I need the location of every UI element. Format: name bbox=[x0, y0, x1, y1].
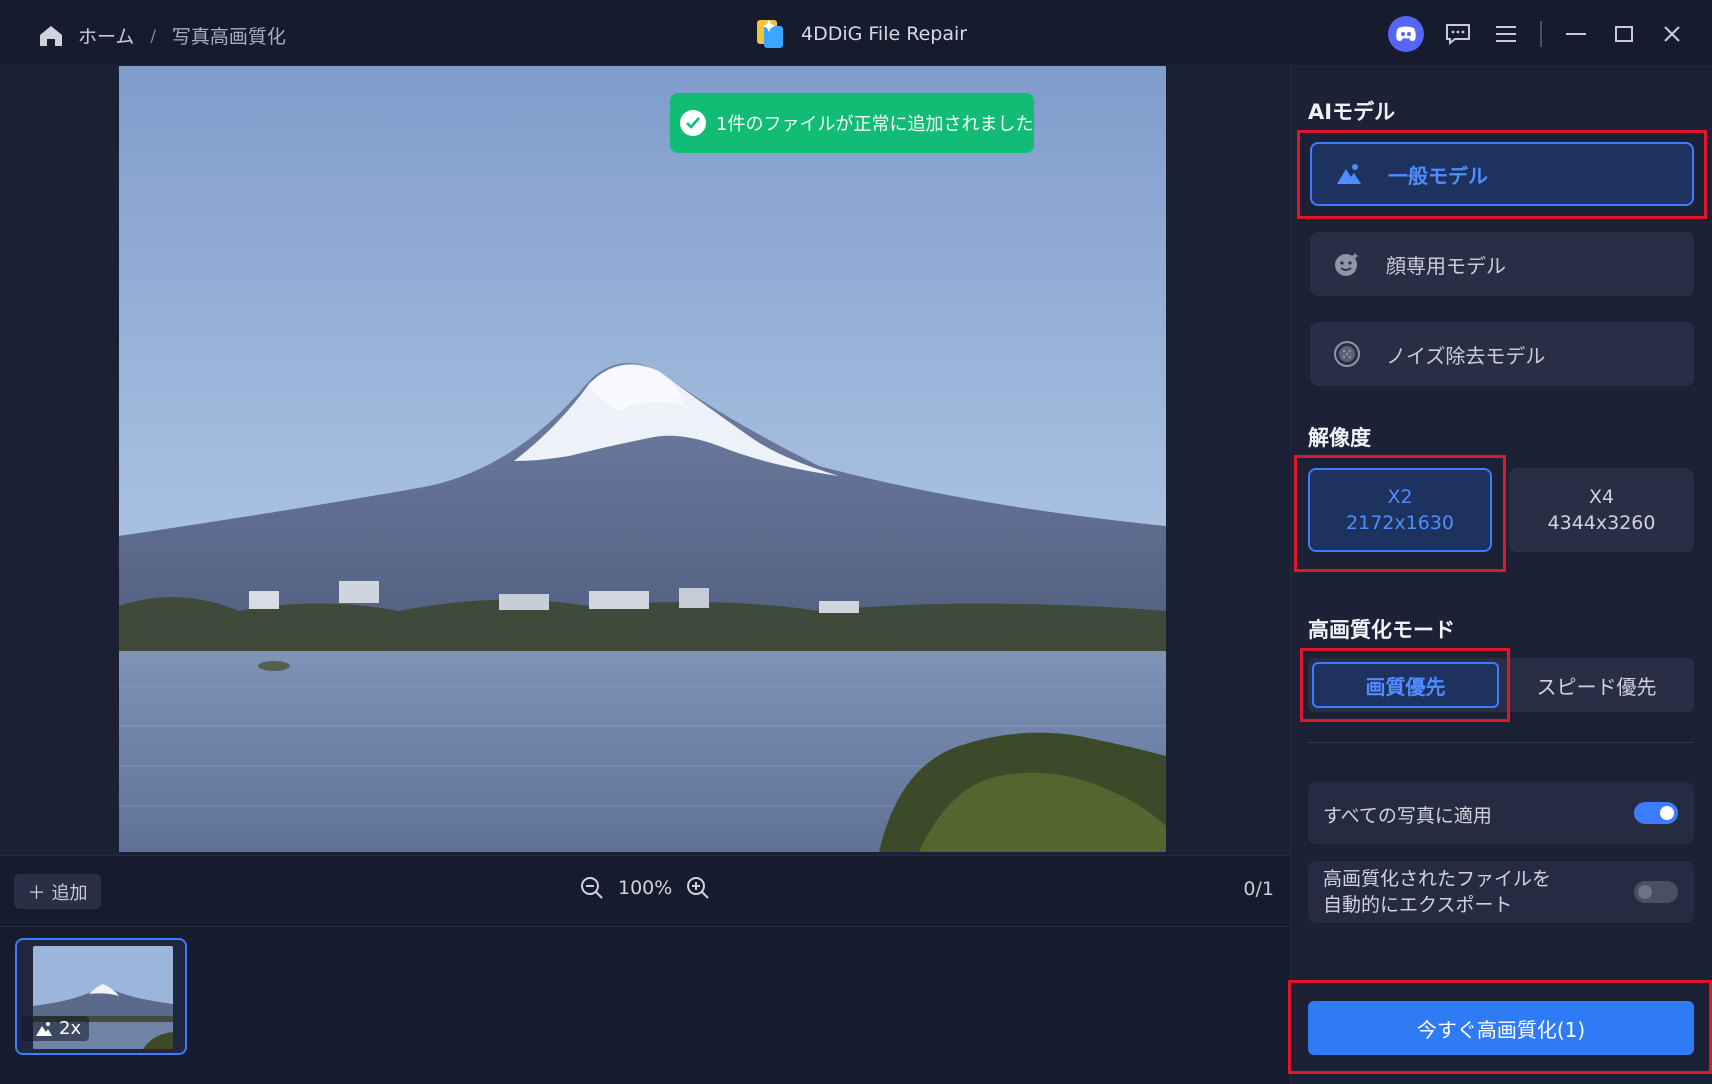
model-general-label: 一般モデル bbox=[1388, 163, 1488, 188]
zoom-in-icon[interactable] bbox=[686, 876, 710, 900]
page-count: 0/1 bbox=[1243, 878, 1274, 900]
add-button-label: 追加 bbox=[51, 882, 88, 904]
auto-export-toggle[interactable] bbox=[1634, 881, 1678, 903]
resolution-x2-label: X2 bbox=[1387, 486, 1413, 508]
app-window: ホーム / 写真高画質化 4DDiG File Repair 1件のファイルが正… bbox=[0, 0, 1712, 1084]
app-logo-icon bbox=[757, 20, 783, 48]
mode-speed-button[interactable]: スピード優先 bbox=[1503, 662, 1690, 708]
preview-toolbar: ＋ 追加 100% 0/1 bbox=[0, 855, 1290, 927]
mountain-icon bbox=[36, 1021, 52, 1036]
thumbnail-scale: 2x bbox=[59, 1018, 82, 1039]
maximize-icon[interactable] bbox=[1610, 19, 1638, 49]
preview-canvas: 1件のファイルが正常に追加されました bbox=[0, 66, 1290, 855]
minimize-icon[interactable] bbox=[1562, 19, 1590, 49]
divider bbox=[1308, 742, 1694, 743]
success-toast: 1件のファイルが正常に追加されました bbox=[670, 93, 1034, 153]
settings-panel: AIモデル 一般モデル 顔専用モデル ノイズ除去モデル 解像度 X2 2172x… bbox=[1288, 66, 1712, 1084]
divider bbox=[1540, 21, 1542, 47]
preview-image bbox=[119, 66, 1166, 852]
resolution-title: 解像度 bbox=[1308, 426, 1371, 450]
zoom-level: 100% bbox=[618, 877, 673, 899]
mountain-icon bbox=[1334, 159, 1364, 189]
auto-export-label: 高画質化されたファイルを 自動的にエクスポート bbox=[1323, 866, 1551, 918]
resolution-x2-size: 2172x1630 bbox=[1346, 512, 1454, 534]
resolution-x4-size: 4344x3260 bbox=[1547, 512, 1656, 534]
preview-panel: 1件のファイルが正常に追加されました ＋ 追加 100% 0/1 2x bbox=[0, 66, 1290, 1084]
app-title: 4DDiG File Repair bbox=[755, 18, 967, 50]
title-bar: ホーム / 写真高画質化 4DDiG File Repair bbox=[0, 0, 1712, 66]
breadcrumb-current: 写真高画質化 bbox=[171, 26, 286, 48]
model-denoise-button[interactable]: ノイズ除去モデル bbox=[1310, 322, 1694, 386]
enhance-mode-switch: 画質優先 スピード優先 bbox=[1308, 658, 1694, 712]
model-face-label: 顔専用モデル bbox=[1386, 253, 1506, 278]
apply-all-toggle[interactable] bbox=[1634, 802, 1678, 824]
resolution-x4-label: X4 bbox=[1588, 486, 1615, 508]
enhance-mode-title: 高画質化モード bbox=[1308, 618, 1455, 642]
auto-export-line-2: 自動的にエクスポート bbox=[1323, 894, 1513, 916]
check-circle-icon bbox=[680, 110, 706, 136]
auto-export-line-1: 高画質化されたファイルを bbox=[1323, 868, 1552, 890]
menu-icon[interactable] bbox=[1492, 19, 1520, 49]
zoom-controls: 100% bbox=[580, 876, 710, 900]
window-controls bbox=[1388, 16, 1686, 52]
thumbnail-badge: 2x bbox=[21, 1016, 90, 1041]
auto-export-row: 高画質化されたファイルを 自動的にエクスポート bbox=[1308, 861, 1694, 923]
model-face-button[interactable]: 顔専用モデル bbox=[1310, 232, 1694, 296]
feedback-icon[interactable] bbox=[1444, 19, 1472, 49]
apply-all-label: すべての写真に適用 bbox=[1323, 805, 1492, 827]
model-general-button[interactable]: 一般モデル bbox=[1310, 142, 1694, 206]
enhance-now-button[interactable]: 今すぐ高画質化(1) bbox=[1308, 1001, 1694, 1055]
thumbnail-item[interactable]: 2x bbox=[15, 938, 187, 1055]
face-icon bbox=[1332, 249, 1362, 279]
toast-message: 1件のファイルが正常に追加されました bbox=[716, 114, 1034, 135]
app-title-text: 4DDiG File Repair bbox=[801, 23, 968, 45]
mode-quality-button[interactable]: 画質優先 bbox=[1312, 662, 1499, 708]
plus-icon: ＋ bbox=[27, 882, 46, 904]
breadcrumb-home[interactable]: ホーム bbox=[78, 22, 134, 49]
ai-model-title: AIモデル bbox=[1308, 100, 1396, 124]
apply-all-row: すべての写真に適用 bbox=[1308, 782, 1694, 844]
model-denoise-label: ノイズ除去モデル bbox=[1386, 343, 1546, 368]
breadcrumb: ホーム / 写真高画質化 bbox=[38, 22, 286, 49]
close-icon[interactable] bbox=[1658, 19, 1686, 49]
resolution-x2-button[interactable]: X2 2172x1630 bbox=[1308, 468, 1492, 552]
thumbnail-strip: 2x bbox=[0, 927, 1290, 1084]
breadcrumb-separator: / bbox=[150, 26, 156, 45]
home-icon[interactable] bbox=[38, 24, 64, 48]
noise-icon bbox=[1332, 339, 1362, 369]
discord-icon[interactable] bbox=[1388, 16, 1424, 52]
resolution-x4-button[interactable]: X4 4344x3260 bbox=[1509, 468, 1694, 552]
zoom-out-icon[interactable] bbox=[580, 876, 604, 900]
add-file-button[interactable]: ＋ 追加 bbox=[14, 874, 101, 909]
